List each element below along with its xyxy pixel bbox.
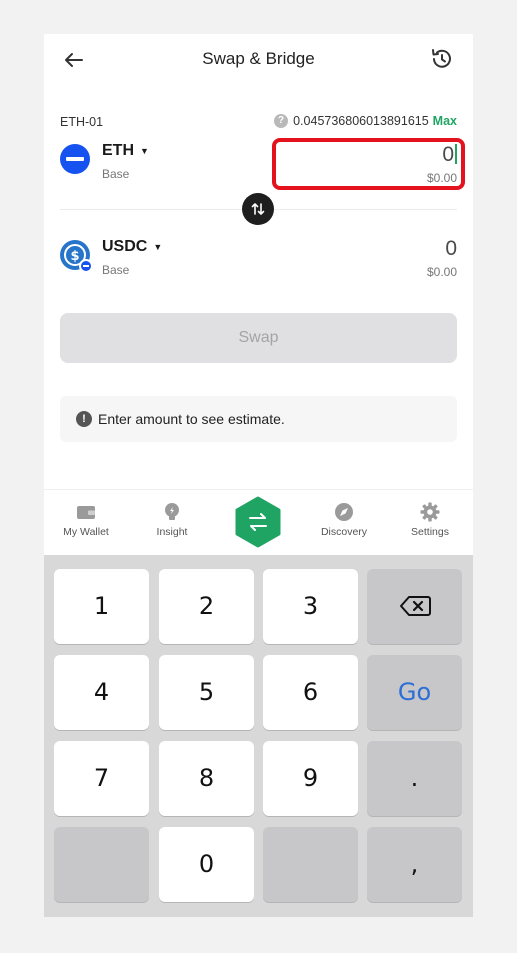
gear-icon [420,502,440,522]
go-key[interactable]: Go [367,655,462,730]
from-fiat-value: $0.00 [426,171,457,185]
tab-label: Insight [156,526,188,538]
tab-label: Settings [411,526,449,538]
account-name: ETH-01 [60,115,104,129]
switch-direction-button[interactable] [242,193,274,225]
phone-screen: Swap & Bridge ETH-01 ? 0.045736806013891… [44,34,473,917]
from-amount-row: 0 [427,144,457,166]
to-chain-label: Base [102,263,130,277]
key-8[interactable]: 8 [159,741,254,816]
caret-down-icon: ▼ [153,242,163,252]
tab-label: Discovery [320,526,368,538]
key-0[interactable]: 0 [159,827,254,902]
history-button[interactable] [429,46,455,72]
bottom-tab-bar: My Wallet Insight Discovery Settings [44,489,473,556]
to-token-selector[interactable]: $ USDC ▼ Base [60,238,162,277]
tab-label: My Wallet [63,526,109,538]
header: Swap & Bridge [44,34,473,86]
blank-key [54,827,149,902]
tab-settings[interactable]: Settings [390,502,470,538]
estimate-notice: ! Enter amount to see estimate. [60,396,457,442]
key-3[interactable]: 3 [263,569,358,644]
balance-row: ? 0.045736806013891615 Max [274,114,457,128]
tab-swap[interactable] [233,496,283,548]
to-amount-value: 0 [445,237,457,260]
lightbulb-icon [165,503,179,520]
to-amount-display: 0 $0.00 [426,237,457,280]
tab-insight[interactable]: Insight [132,502,212,538]
period-key[interactable]: . [367,741,462,816]
compass-icon [335,503,353,521]
history-icon [432,49,451,68]
page-title: Swap & Bridge [202,49,315,68]
numeric-keyboard: 1 2 3 4 5 6 Go 7 8 9 . 0 , [44,555,473,917]
from-amount-value: 0 [442,143,454,166]
wallet-icon [77,506,95,519]
from-token-symbol: ETH [102,142,134,159]
eth-token-icon [60,144,90,174]
balance-value: 0.045736806013891615 [293,114,429,128]
comma-key[interactable]: , [367,827,462,902]
backspace-icon [399,596,431,616]
question-icon[interactable]: ? [274,114,289,128]
key-2[interactable]: 2 [159,569,254,644]
info-icon: ! [76,411,92,427]
from-token-selector[interactable]: ETH ▼ Base [60,142,149,181]
text-cursor [455,144,457,164]
swap-button[interactable]: Swap [60,313,457,363]
to-token-name-row: USDC ▼ [102,238,162,256]
tab-discovery[interactable]: Discovery [304,502,384,538]
to-fiat-value: $0.00 [426,265,457,279]
base-chain-badge-icon [79,259,93,273]
key-6[interactable]: 6 [263,655,358,730]
from-chain-label: Base [102,167,130,181]
svg-text:$: $ [70,249,79,264]
blank-key [263,827,358,902]
backspace-key[interactable] [367,569,462,644]
key-5[interactable]: 5 [159,655,254,730]
from-token-name-row: ETH ▼ [102,142,149,160]
caret-down-icon: ▼ [140,146,149,156]
to-token-symbol: USDC [102,238,148,255]
notice-text: Enter amount to see estimate. [98,411,285,427]
key-4[interactable]: 4 [54,655,149,730]
swap-vertical-icon [251,203,265,215]
key-9[interactable]: 9 [263,741,358,816]
tab-my-wallet[interactable]: My Wallet [46,502,126,538]
key-1[interactable]: 1 [54,569,149,644]
max-button[interactable]: Max [433,114,457,128]
usdc-token-icon: $ [60,240,93,273]
key-7[interactable]: 7 [54,741,149,816]
swap-hexagon-icon [235,496,281,548]
from-amount-input[interactable]: 0 $0.00 [427,144,457,185]
